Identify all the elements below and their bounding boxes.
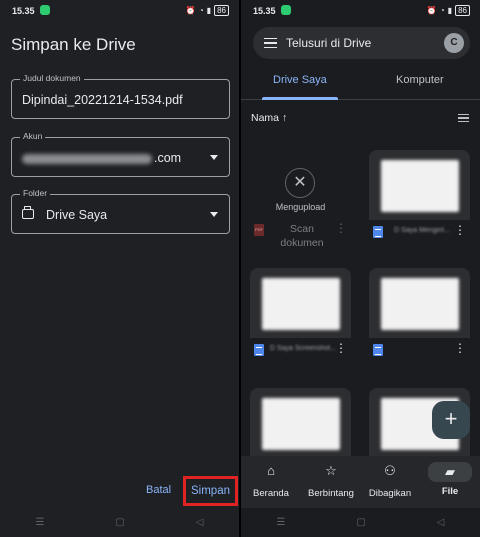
- file-thumbnail: [369, 150, 470, 220]
- avatar[interactable]: C: [444, 33, 464, 53]
- file-title: D Saya Screenshot...: [269, 345, 337, 352]
- wifi-icon: ◔: [198, 6, 204, 15]
- people-icon: ⚇: [384, 463, 396, 478]
- status-bar: 15.35 ⏰ ◔ ▮ 86: [241, 0, 480, 22]
- file-card[interactable]: D Saya Mengint... ⋮: [369, 150, 470, 254]
- document-title-field[interactable]: Judul dokumen Dipindai_20221214-1534.pdf: [11, 73, 230, 119]
- home-icon: ⌂: [267, 463, 275, 478]
- alarm-icon: ⏰: [185, 6, 196, 15]
- battery-icon: 86: [214, 5, 229, 16]
- drive-app: 15.35 ⏰ ◔ ▮ 86 Telusuri di Drive C Drive…: [241, 0, 480, 537]
- redacted-email: [22, 153, 152, 164]
- system-nav-bar: ☰ ▢ ◁: [241, 507, 480, 537]
- home-system-icon[interactable]: ▢: [115, 517, 124, 528]
- recents-icon[interactable]: ☰: [35, 517, 44, 528]
- tab-komputer[interactable]: Komputer: [396, 74, 444, 86]
- status-icons: ⏰ ◔ ▮ 86: [186, 5, 229, 16]
- signal-icon: ▮: [206, 6, 212, 15]
- file-card[interactable]: D Saya Screenshot... ⋮: [250, 268, 351, 372]
- document-title-label: Judul dokumen: [20, 73, 84, 83]
- more-options-icon[interactable]: ⋮: [335, 342, 347, 354]
- file-title: D Saya Mengint...: [394, 227, 450, 234]
- tab-drive-saya[interactable]: Drive Saya: [273, 74, 327, 86]
- drive-tabs: Drive Saya Komputer: [241, 64, 480, 100]
- more-options-icon[interactable]: ⋮: [454, 224, 466, 236]
- sort-arrow-icon: ↑: [281, 112, 288, 124]
- list-view-icon[interactable]: [458, 114, 469, 122]
- folder-label: Folder: [20, 188, 51, 198]
- search-placeholder[interactable]: Telusuri di Drive: [286, 36, 371, 50]
- recents-icon[interactable]: ☰: [276, 517, 285, 528]
- battery-icon: 86: [455, 5, 470, 16]
- signal-icon: ▮: [447, 6, 453, 15]
- file-thumbnail: [250, 388, 351, 458]
- account-select[interactable]: Akun .com: [11, 131, 230, 177]
- chevron-down-icon[interactable]: [210, 212, 218, 217]
- file-thumbnail: [369, 268, 470, 338]
- cancel-button[interactable]: Batal: [146, 484, 171, 496]
- nav-label: Berbintang: [308, 488, 354, 499]
- status-time: 15.35: [253, 6, 276, 16]
- wifi-icon: ◔: [439, 6, 445, 15]
- whatsapp-notification-icon: [40, 5, 50, 15]
- back-icon[interactable]: ◁: [437, 517, 445, 528]
- nav-berbintang[interactable]: ☆ Berbintang: [301, 456, 361, 508]
- file-thumbnail: [250, 268, 351, 338]
- alarm-icon: ⏰: [426, 6, 437, 15]
- account-label: Akun: [20, 131, 46, 141]
- docs-icon: [373, 226, 383, 238]
- uploading-file-name: Scan dokumen: [280, 223, 324, 249]
- sort-control[interactable]: Nama ↑: [251, 112, 287, 124]
- nav-label: File: [441, 486, 459, 497]
- drive-folder-icon: [22, 206, 34, 219]
- uploading-label: Mengupload: [275, 202, 326, 212]
- save-to-drive-dialog: 15.35 ⏰ ◔ ▮ 86 Simpan ke Drive Judul dok…: [0, 0, 239, 537]
- status-time: 15.35: [12, 6, 35, 16]
- bottom-nav: ⌂ Beranda ☆ Berbintang ⚇ Dibagikan ▰ Fil…: [241, 456, 480, 508]
- uploading-file-card[interactable]: ✕ Mengupload PDF Scan dokumen ⋮: [250, 148, 351, 252]
- chevron-down-icon[interactable]: [210, 155, 218, 160]
- page-title: Simpan ke Drive: [11, 35, 136, 54]
- drive-search-bar[interactable]: Telusuri di Drive C: [253, 27, 470, 59]
- star-icon: ☆: [325, 463, 337, 478]
- nav-beranda[interactable]: ⌂ Beranda: [241, 456, 301, 508]
- more-options-icon[interactable]: ⋮: [335, 222, 347, 234]
- status-bar: 15.35 ⏰ ◔ ▮ 86: [0, 0, 239, 22]
- folder-select[interactable]: Folder Drive Saya: [11, 188, 230, 234]
- save-button[interactable]: Simpan: [183, 476, 238, 506]
- nav-label: Beranda: [253, 488, 289, 499]
- nav-dibagikan[interactable]: ⚇ Dibagikan: [360, 456, 420, 508]
- new-item-fab[interactable]: +: [432, 401, 470, 439]
- active-tab-indicator: [262, 97, 338, 100]
- status-icons: ⏰ ◔ ▮ 86: [427, 5, 470, 16]
- cancel-upload-icon[interactable]: ✕: [285, 168, 315, 198]
- back-icon[interactable]: ◁: [196, 517, 204, 528]
- docs-icon: [254, 344, 264, 356]
- whatsapp-notification-icon: [281, 5, 291, 15]
- folder-value: Drive Saya: [46, 208, 108, 222]
- account-value: .com: [22, 151, 181, 165]
- more-options-icon[interactable]: ⋮: [454, 342, 466, 354]
- pdf-icon: PDF: [254, 224, 264, 236]
- docs-icon: [373, 344, 383, 356]
- folder-icon: ▰: [428, 462, 472, 482]
- sort-label: Nama: [251, 112, 280, 124]
- menu-icon[interactable]: [264, 38, 277, 48]
- nav-label: Dibagikan: [368, 488, 412, 499]
- file-card[interactable]: ⋮: [369, 268, 470, 372]
- system-nav-bar: ☰ ▢ ◁: [0, 507, 239, 537]
- document-title-value[interactable]: Dipindai_20221214-1534.pdf: [22, 93, 183, 107]
- home-system-icon[interactable]: ▢: [356, 517, 365, 528]
- nav-file[interactable]: ▰ File: [420, 456, 480, 508]
